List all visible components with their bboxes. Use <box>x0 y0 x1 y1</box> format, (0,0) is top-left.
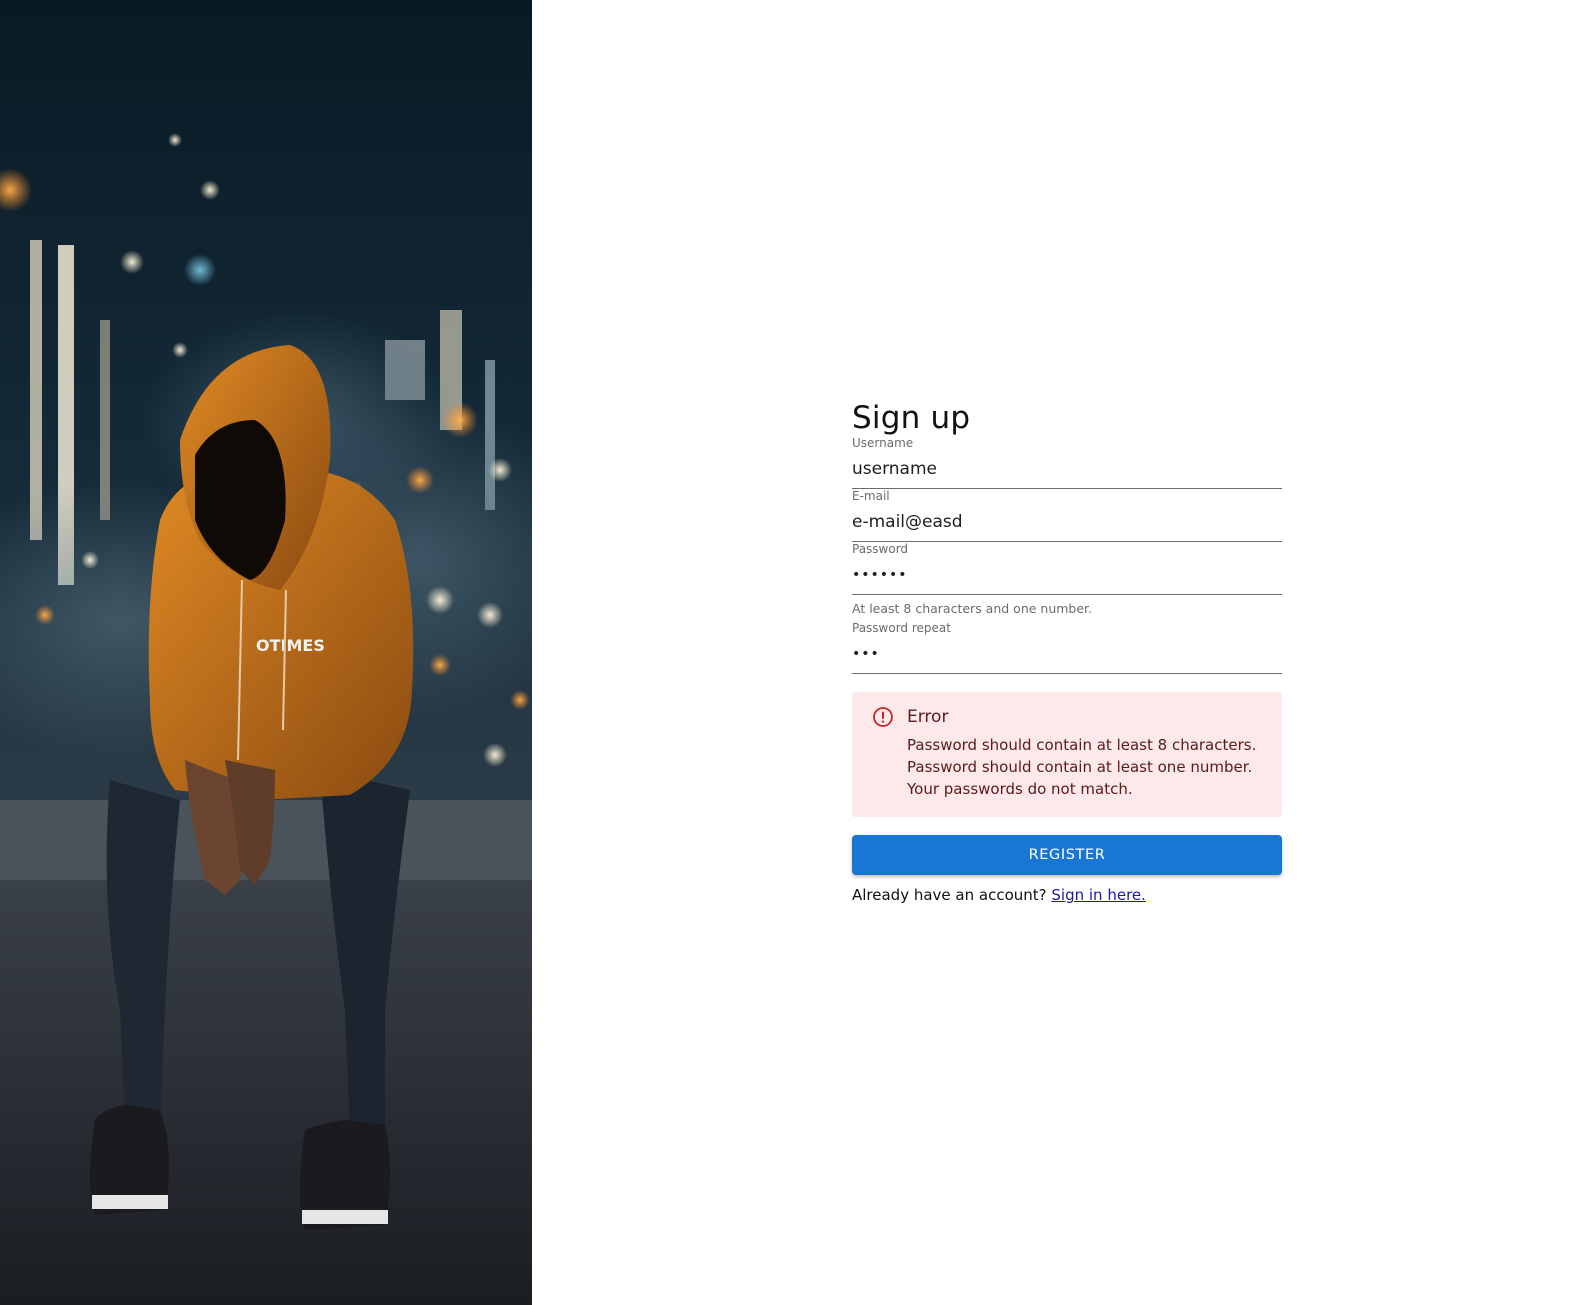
hero-photo: OTIMES <box>0 0 532 1305</box>
error-alert: Error Password should contain at least 8… <box>852 692 1282 817</box>
hoodie-print: OTIMES <box>256 636 325 655</box>
password-label: Password <box>852 542 909 556</box>
password-repeat-input[interactable] <box>852 635 1282 673</box>
password-helper-text: At least 8 characters and one number. <box>852 601 1093 616</box>
username-field-group: Username <box>852 436 1282 489</box>
password-repeat-field-group: Password repeat <box>852 621 1282 674</box>
email-field-group: E-mail <box>852 489 1282 542</box>
email-label: E-mail <box>852 489 890 503</box>
error-message: Password should contain at least 8 chara… <box>907 736 1257 754</box>
error-message: Password should contain at least one num… <box>907 758 1253 776</box>
error-message: Your passwords do not match. <box>907 780 1133 798</box>
signup-form: Sign up Username E-mail Password At leas… <box>852 400 1282 906</box>
error-title: Error <box>907 707 949 727</box>
signup-page: OTIMES Sign up Username E-mail Password … <box>0 0 1590 1305</box>
password-input[interactable] <box>852 556 1282 594</box>
page-title: Sign up <box>852 400 971 436</box>
hero-image: OTIMES <box>0 0 532 1305</box>
error-alert-body: Error Password should contain at least 8… <box>907 705 1264 800</box>
email-input[interactable] <box>852 503 1282 541</box>
register-button[interactable]: REGISTER <box>852 835 1282 875</box>
password-repeat-label: Password repeat <box>852 621 951 635</box>
username-label: Username <box>852 436 914 450</box>
signin-prompt-line: Already have an account? Sign in here. <box>852 884 1282 906</box>
signin-link[interactable]: Sign in here. <box>1051 886 1146 904</box>
signin-prompt-text: Already have an account? <box>852 886 1047 904</box>
username-input[interactable] <box>852 450 1282 488</box>
password-field-group: Password <box>852 542 1282 595</box>
error-circle-icon <box>873 707 893 727</box>
